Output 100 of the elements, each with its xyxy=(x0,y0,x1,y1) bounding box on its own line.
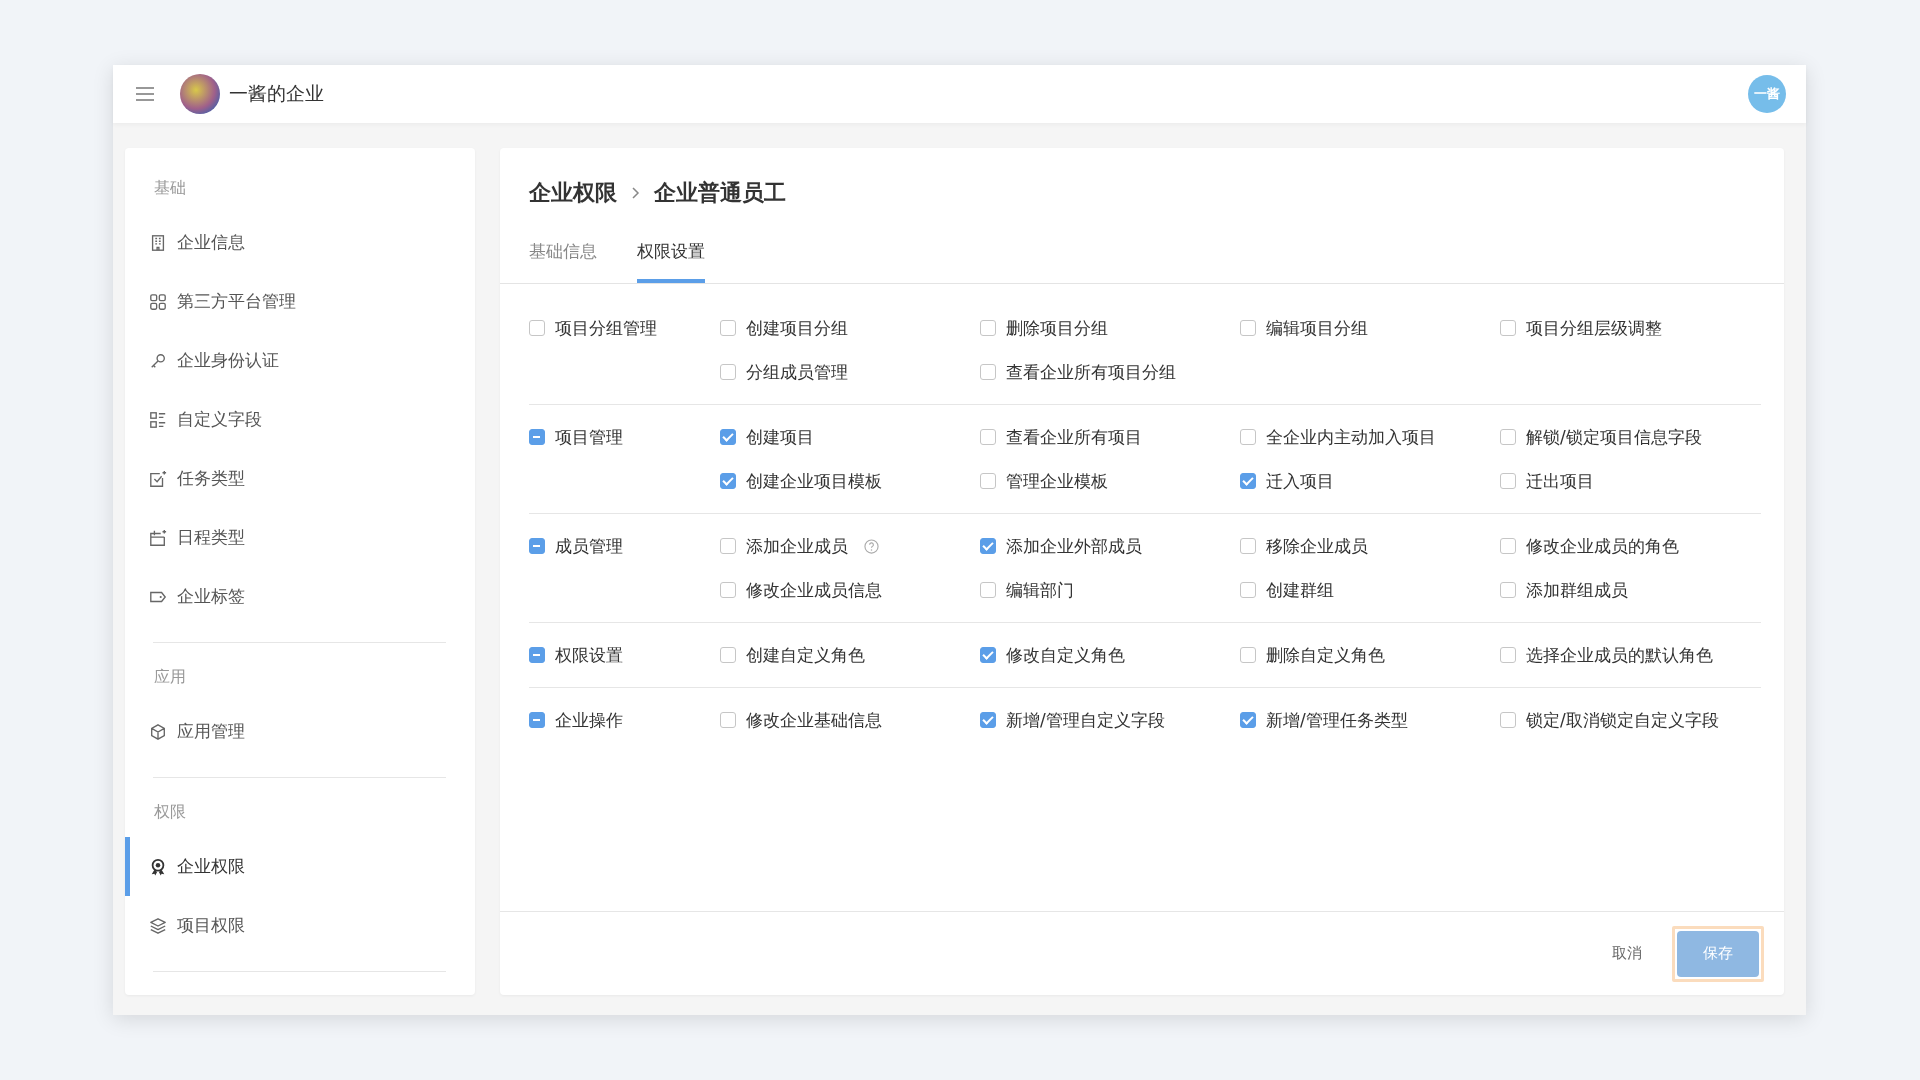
checkbox[interactable] xyxy=(1500,473,1516,489)
breadcrumb-link[interactable]: 企业权限 xyxy=(529,178,617,208)
checkbox-label: 查看企业所有项目分组 xyxy=(1006,360,1176,384)
checkbox-label: 创建自定义角色 xyxy=(746,643,865,667)
sidebar-item[interactable]: 企业信息 xyxy=(125,213,475,272)
checkbox[interactable] xyxy=(980,429,996,445)
checkbox-label: 添加群组成员 xyxy=(1526,578,1628,602)
chevron-right-icon xyxy=(631,186,640,200)
checkbox[interactable] xyxy=(1500,712,1516,728)
sidebar-item[interactable]: 企业标签 xyxy=(125,567,475,626)
checkbox-label: 删除项目分组 xyxy=(1006,316,1108,340)
sidebar-item[interactable]: 企业身份认证 xyxy=(125,331,475,390)
checkbox[interactable] xyxy=(529,712,545,728)
checkbox[interactable] xyxy=(720,647,736,663)
checkbox-label: 项目分组管理 xyxy=(555,316,657,340)
checkbox-label: 项目管理 xyxy=(555,425,623,449)
checkbox[interactable] xyxy=(1500,582,1516,598)
checkbox-label: 迁出项目 xyxy=(1526,469,1594,493)
checkbox[interactable] xyxy=(980,538,996,554)
checkbox-label: 修改企业成员信息 xyxy=(746,578,882,602)
building-icon xyxy=(149,233,167,252)
checkbox[interactable] xyxy=(1240,647,1256,663)
checkbox[interactable] xyxy=(980,647,996,663)
checkbox[interactable] xyxy=(1240,429,1256,445)
checkbox-label: 创建群组 xyxy=(1266,578,1334,602)
checkbox-label: 删除自定义角色 xyxy=(1266,643,1385,667)
checkbox-label: 修改自定义角色 xyxy=(1006,643,1125,667)
checkbox[interactable] xyxy=(980,473,996,489)
checkbox-label: 企业操作 xyxy=(555,708,623,732)
checkbox[interactable] xyxy=(1240,538,1256,554)
company-logo xyxy=(180,74,220,114)
checkbox-label: 添加企业成员 xyxy=(746,534,848,558)
company-name: 一酱的企业 xyxy=(229,81,324,106)
checkbox-label: 新增/管理任务类型 xyxy=(1266,708,1408,732)
checkbox-label: 添加企业外部成员 xyxy=(1006,534,1142,558)
layers-icon xyxy=(149,916,167,935)
checkbox-label: 解锁/锁定项目信息字段 xyxy=(1526,425,1702,449)
checkbox-label: 创建项目分组 xyxy=(746,316,848,340)
checkbox-label: 全企业内主动加入项目 xyxy=(1266,425,1436,449)
checkbox-label: 锁定/取消锁定自定义字段 xyxy=(1526,708,1719,732)
checkbox[interactable] xyxy=(720,473,736,489)
checkbox[interactable] xyxy=(980,364,996,380)
checkbox[interactable] xyxy=(720,320,736,336)
checkbox-label: 查看企业所有项目 xyxy=(1006,425,1142,449)
section-label: 权限 xyxy=(153,801,187,823)
checkbox[interactable] xyxy=(720,364,736,380)
sidebar-item[interactable]: 任务类型 xyxy=(125,449,475,508)
checkbox-label: 修改企业成员的角色 xyxy=(1526,534,1679,558)
checkbox[interactable] xyxy=(529,538,545,554)
checkbox-label: 选择企业成员的默认角色 xyxy=(1526,643,1713,667)
checkbox[interactable] xyxy=(529,647,545,663)
checkbox-label: 管理企业模板 xyxy=(1006,469,1108,493)
sidebar-item[interactable]: 日程类型 xyxy=(125,508,475,567)
key-icon xyxy=(149,351,167,370)
checkbox[interactable] xyxy=(1500,320,1516,336)
checkbox[interactable] xyxy=(1240,473,1256,489)
checkbox[interactable] xyxy=(980,582,996,598)
checkbox-label: 权限设置 xyxy=(555,643,623,667)
checkbox-label: 创建企业项目模板 xyxy=(746,469,882,493)
checkbox[interactable] xyxy=(1500,429,1516,445)
sidebar-item[interactable]: 第三方平台管理 xyxy=(125,272,475,331)
checkbox-label: 修改企业基础信息 xyxy=(746,708,882,732)
grid-icon xyxy=(149,292,167,311)
checkbox-label: 移除企业成员 xyxy=(1266,534,1368,558)
checkbox-label: 编辑部门 xyxy=(1006,578,1074,602)
sidebar-item[interactable]: 企业权限 xyxy=(125,837,475,896)
checkbox[interactable] xyxy=(1240,582,1256,598)
list-icon xyxy=(149,410,167,429)
section-label: 基础 xyxy=(153,177,187,199)
cancel-button[interactable]: 取消 xyxy=(1612,944,1642,963)
checkbox[interactable] xyxy=(1240,712,1256,728)
menu-button[interactable] xyxy=(135,86,155,102)
tab[interactable]: 权限设置 xyxy=(637,238,705,283)
cube-icon xyxy=(149,722,167,741)
checkbox-label: 编辑项目分组 xyxy=(1266,316,1368,340)
sidebar-item[interactable]: 自定义字段 xyxy=(125,390,475,449)
checkbox[interactable] xyxy=(720,538,736,554)
checkbox-label: 项目分组层级调整 xyxy=(1526,316,1662,340)
sidebar-item[interactable]: 应用管理 xyxy=(125,702,475,761)
checkbox[interactable] xyxy=(720,429,736,445)
help-icon[interactable] xyxy=(864,538,879,554)
checkbox[interactable] xyxy=(980,320,996,336)
checkbox-label: 迁入项目 xyxy=(1266,469,1334,493)
page-title: 企业普通员工 xyxy=(654,179,786,207)
sidebar-item[interactable]: 项目权限 xyxy=(125,896,475,955)
checkbox-icon xyxy=(149,469,167,488)
checkbox-label: 新增/管理自定义字段 xyxy=(1006,708,1165,732)
checkbox[interactable] xyxy=(1240,320,1256,336)
checkbox[interactable] xyxy=(720,582,736,598)
checkbox-label: 成员管理 xyxy=(555,534,623,558)
checkbox-label: 分组成员管理 xyxy=(746,360,848,384)
checkbox[interactable] xyxy=(1500,538,1516,554)
checkbox[interactable] xyxy=(720,712,736,728)
checkbox[interactable] xyxy=(1500,647,1516,663)
checkbox[interactable] xyxy=(980,712,996,728)
badge-icon xyxy=(149,857,167,876)
checkbox[interactable] xyxy=(529,429,545,445)
checkbox[interactable] xyxy=(529,320,545,336)
tab[interactable]: 基础信息 xyxy=(529,238,597,283)
section-label: 应用 xyxy=(153,666,187,688)
